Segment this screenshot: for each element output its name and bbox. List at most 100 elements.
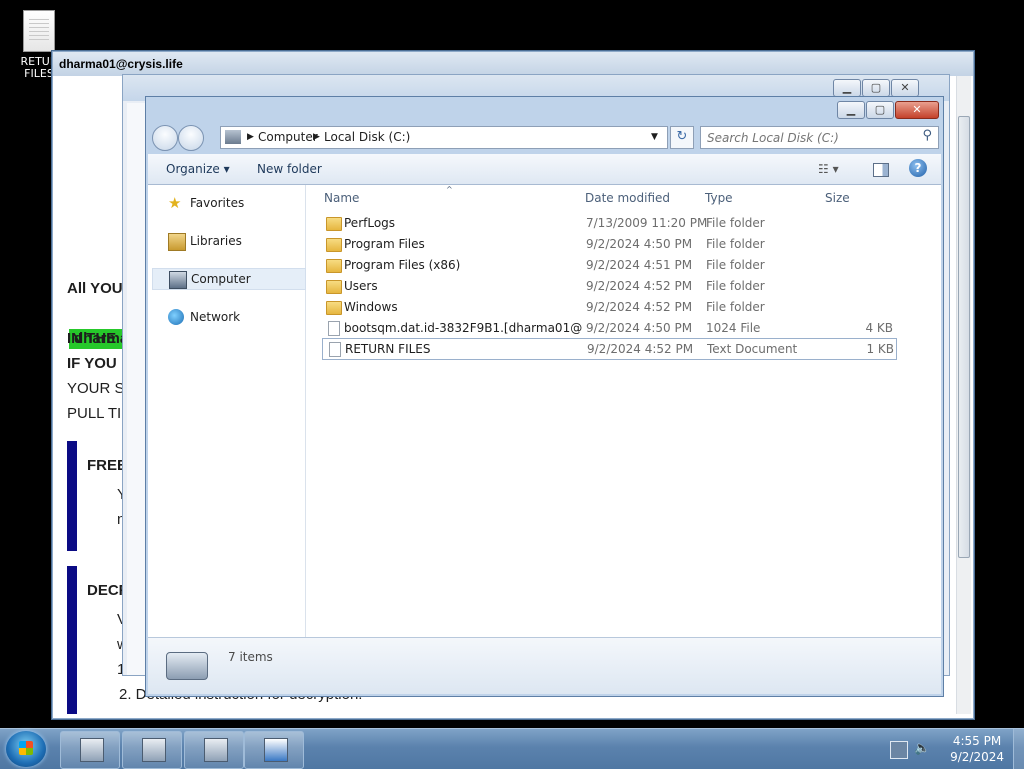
file-name: PerfLogs xyxy=(344,216,396,230)
folder-icon xyxy=(326,301,342,315)
close-icon: ✕ xyxy=(900,81,910,94)
star-icon: ★ xyxy=(168,194,182,212)
minimize-button[interactable]: ▁ xyxy=(837,101,865,119)
ransom-window-title[interactable]: dharma01@crysis.life xyxy=(53,52,973,76)
windows-logo-icon xyxy=(19,741,33,755)
breadcrumb-computer[interactable]: Computer xyxy=(258,130,318,144)
note-line-4: YOUR SI xyxy=(67,380,129,397)
maximize-icon: ▢ xyxy=(874,103,886,116)
breadcrumb-local-disk[interactable]: Local Disk (C:) xyxy=(324,130,410,144)
text-document-icon xyxy=(329,342,341,357)
file-type: 1024 File xyxy=(706,321,761,335)
bg-maximize-button[interactable]: ▢ xyxy=(862,79,890,97)
file-name: RETURN FILES xyxy=(345,342,431,356)
volume-muted-icon[interactable]: 🔈 xyxy=(914,741,930,757)
address-dropdown-icon[interactable]: ▼ xyxy=(651,132,658,142)
taskbar-explorer[interactable] xyxy=(244,731,304,769)
ransom-scrollbar[interactable] xyxy=(956,76,971,714)
search-input[interactable] xyxy=(701,127,909,148)
file-name: Program Files xyxy=(344,237,425,251)
clock[interactable]: 4:55 PM 9/2/2024 xyxy=(950,733,1004,765)
folder-icon xyxy=(326,217,342,231)
refresh-icon: ↻ xyxy=(676,129,688,144)
nav-libraries-label: Libraries xyxy=(190,234,242,248)
taskbar-app-2[interactable] xyxy=(122,731,182,769)
file-row[interactable]: Windows 9/2/2024 4:52 PM File folder xyxy=(322,297,895,317)
breadcrumb-arrow-icon: ▶ xyxy=(313,132,320,142)
refresh-button[interactable]: ↻ xyxy=(670,126,694,149)
network-tray-icon[interactable] xyxy=(890,741,908,759)
forward-button[interactable] xyxy=(178,125,204,151)
computer-icon xyxy=(169,271,187,289)
network-icon xyxy=(168,309,184,325)
file-type: File folder xyxy=(706,216,765,230)
file-type: File folder xyxy=(706,279,765,293)
file-date: 9/2/2024 4:50 PM xyxy=(586,237,693,251)
sort-arrow-icon: ^ xyxy=(446,185,453,194)
clock-date: 9/2/2024 xyxy=(950,750,1004,764)
search-icon[interactable]: ⚲ xyxy=(922,128,932,143)
details-pane: 7 items xyxy=(148,637,941,694)
file-row-selected[interactable]: RETURN FILES 9/2/2024 4:52 PM Text Docum… xyxy=(322,338,897,360)
show-desktop-button[interactable] xyxy=(1013,729,1024,769)
column-date-modified[interactable]: Date modified xyxy=(585,191,670,205)
computer-icon xyxy=(225,130,241,144)
nav-network-label: Network xyxy=(190,310,241,324)
section-bar-1 xyxy=(67,441,77,551)
start-button[interactable] xyxy=(6,731,46,767)
installer-icon xyxy=(204,738,228,762)
file-type: File folder xyxy=(706,237,765,251)
file-name: Users xyxy=(344,279,378,293)
file-row[interactable]: Program Files (x86) 9/2/2024 4:51 PM Fil… xyxy=(322,255,895,275)
minimize-icon: ▁ xyxy=(842,81,852,94)
drive-icon xyxy=(166,652,208,680)
background-window-controls: ▁ ▢ ✕ xyxy=(833,79,919,97)
column-size[interactable]: Size xyxy=(825,191,850,205)
back-button[interactable] xyxy=(152,125,178,151)
installer-icon xyxy=(142,738,166,762)
file-icon xyxy=(328,321,340,336)
organize-button[interactable]: Organize ▾ xyxy=(166,162,230,176)
close-button[interactable]: ✕ xyxy=(895,101,939,119)
view-options-icon[interactable]: ☷ ▾ xyxy=(818,162,839,176)
bg-minimize-button[interactable]: ▁ xyxy=(833,79,861,97)
nav-favorites-label: Favorites xyxy=(190,196,245,210)
nav-computer[interactable]: Computer xyxy=(152,268,306,290)
taskbar-app-1[interactable] xyxy=(60,731,120,769)
file-row[interactable]: PerfLogs 7/13/2009 11:20 PM File folder xyxy=(322,213,895,233)
folder-icon xyxy=(326,259,342,273)
file-row[interactable]: Program Files 9/2/2024 4:50 PM File fold… xyxy=(322,234,895,254)
help-icon[interactable]: ? xyxy=(909,159,927,177)
folder-icon xyxy=(326,280,342,294)
maximize-button[interactable]: ▢ xyxy=(866,101,894,119)
computer-icon xyxy=(264,738,288,762)
column-type[interactable]: Type xyxy=(705,191,733,205)
item-count: 7 items xyxy=(228,650,273,664)
new-folder-button[interactable]: New folder xyxy=(257,162,322,176)
note-line-2: IN THE xyxy=(67,330,117,347)
file-date: 9/2/2024 4:52 PM xyxy=(586,300,693,314)
file-size: 4 KB xyxy=(865,321,893,335)
file-list: Name ^ Date modified Type Size PerfLogs … xyxy=(306,185,941,637)
file-date: 9/2/2024 4:51 PM xyxy=(586,258,693,272)
note-line-3: IF YOU xyxy=(67,355,117,372)
libraries-icon xyxy=(168,233,186,251)
search-box[interactable]: ⚲ xyxy=(700,126,939,149)
file-name: bootsqm.dat.id-3832F9B1.[dharma01@crysis… xyxy=(344,321,582,335)
column-name[interactable]: Name xyxy=(324,191,359,205)
file-date: 7/13/2009 11:20 PM xyxy=(586,216,708,230)
file-row[interactable]: bootsqm.dat.id-3832F9B1.[dharma01@crysis… xyxy=(322,318,895,338)
file-date: 9/2/2024 4:52 PM xyxy=(586,279,693,293)
preview-pane-icon[interactable] xyxy=(873,163,889,177)
file-type: Text Document xyxy=(707,342,798,356)
bg-close-button[interactable]: ✕ xyxy=(891,79,919,97)
taskbar-app-3[interactable] xyxy=(184,731,244,769)
nav-computer-label: Computer xyxy=(191,272,251,286)
ransom-scroll-thumb[interactable] xyxy=(958,116,970,558)
file-size: 1 KB xyxy=(866,342,894,356)
file-row[interactable]: Users 9/2/2024 4:52 PM File folder xyxy=(322,276,895,296)
section1-heading: FREE xyxy=(87,457,128,474)
address-row: ▶ Computer ▶ Local Disk (C:) ▼ ↻ ⚲ xyxy=(150,123,939,153)
section-bar-2 xyxy=(67,566,77,714)
address-bar[interactable]: ▶ Computer ▶ Local Disk (C:) ▼ xyxy=(220,126,668,149)
